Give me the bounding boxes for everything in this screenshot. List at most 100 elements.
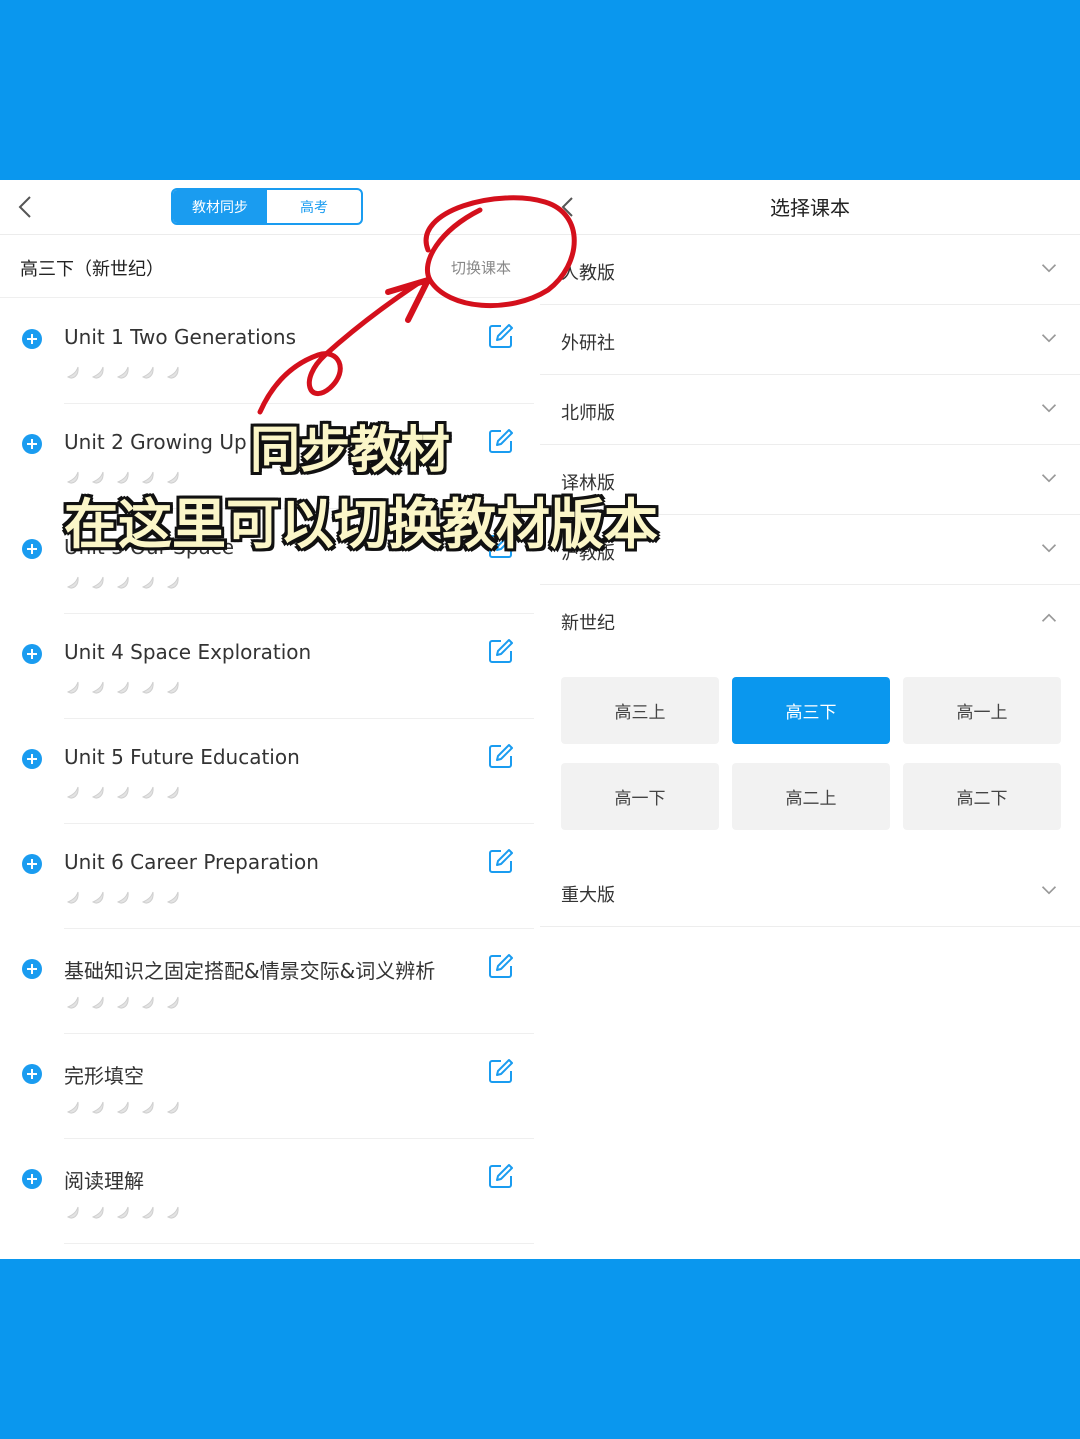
publisher-row[interactable]: 新世纪 xyxy=(540,585,1080,655)
moon-star-icon xyxy=(114,783,132,801)
unit-row[interactable]: Unit 1 Two Generations xyxy=(0,299,540,404)
moon-star-icon xyxy=(139,888,157,906)
moon-star-icon xyxy=(114,888,132,906)
chevron-down-icon[interactable] xyxy=(1040,332,1058,344)
moon-star-icon xyxy=(89,1203,107,1221)
progress-stars xyxy=(64,993,182,1011)
grade-option-button[interactable]: 高一上 xyxy=(903,677,1061,744)
expand-plus-icon[interactable] xyxy=(22,1064,42,1084)
publisher-name[interactable]: 北师版 xyxy=(561,399,615,425)
unit-name[interactable]: 阅读理解 xyxy=(64,1165,144,1194)
moon-star-icon xyxy=(64,1203,82,1221)
moon-star-icon xyxy=(89,573,107,591)
unit-row[interactable]: Unit 6 Career Preparation xyxy=(0,824,540,929)
edit-exercise-icon[interactable] xyxy=(487,847,515,875)
chevron-up-icon[interactable] xyxy=(1040,612,1058,624)
edit-exercise-icon[interactable] xyxy=(487,637,515,665)
switch-book-link[interactable]: 切换课本 xyxy=(451,257,511,278)
moon-star-icon xyxy=(164,678,182,696)
publisher-name[interactable]: 人教版 xyxy=(561,259,615,285)
publisher-row[interactable]: 人教版 xyxy=(540,235,1080,305)
expand-plus-icon[interactable] xyxy=(22,539,42,559)
edit-exercise-icon[interactable] xyxy=(487,322,515,350)
unit-row[interactable]: 基础知识之固定搭配&情景交际&词义辨析 xyxy=(0,929,540,1034)
grade-option-button[interactable]: 高一下 xyxy=(561,763,719,830)
expand-plus-icon[interactable] xyxy=(22,329,42,349)
chevron-down-icon[interactable] xyxy=(1040,884,1058,896)
publisher-row[interactable]: 外研社 xyxy=(540,305,1080,375)
progress-stars xyxy=(64,783,182,801)
moon-star-icon xyxy=(114,1203,132,1221)
progress-stars xyxy=(64,363,182,381)
annotation-caption-body: 在这里可以切换教材版本 xyxy=(64,493,658,556)
expand-plus-icon[interactable] xyxy=(22,749,42,769)
unit-row[interactable]: Unit 5 Future Education xyxy=(0,719,540,824)
moon-star-icon xyxy=(139,1203,157,1221)
chevron-down-icon[interactable] xyxy=(1040,472,1058,484)
edit-exercise-icon[interactable] xyxy=(487,952,515,980)
moon-star-icon xyxy=(64,678,82,696)
unit-name[interactable]: Unit 4 Space Exploration xyxy=(64,640,311,664)
back-arrow-icon[interactable] xyxy=(14,192,38,222)
current-book-bar: 高三下（新世纪） 切换课本 xyxy=(0,235,540,298)
moon-star-icon xyxy=(89,783,107,801)
grade-option-button[interactable]: 高二下 xyxy=(903,763,1061,830)
chevron-down-icon[interactable] xyxy=(1040,542,1058,554)
unit-name[interactable]: 完形填空 xyxy=(64,1060,144,1089)
expand-plus-icon[interactable] xyxy=(22,434,42,454)
publisher-name[interactable]: 重大版 xyxy=(561,881,615,907)
progress-stars xyxy=(64,888,182,906)
edit-exercise-icon[interactable] xyxy=(487,427,515,455)
moon-star-icon xyxy=(114,1098,132,1116)
moon-star-icon xyxy=(139,573,157,591)
moon-star-icon xyxy=(139,783,157,801)
moon-star-icon xyxy=(164,888,182,906)
moon-star-icon xyxy=(164,1203,182,1221)
chevron-down-icon[interactable] xyxy=(1040,262,1058,274)
current-book-title: 高三下（新世纪） xyxy=(20,259,164,280)
moon-star-icon xyxy=(114,573,132,591)
expand-plus-icon[interactable] xyxy=(22,644,42,664)
publisher-name[interactable]: 新世纪 xyxy=(561,609,615,635)
progress-stars xyxy=(64,573,182,591)
publisher-name[interactable]: 外研社 xyxy=(561,329,615,355)
grade-option-button[interactable]: 高二上 xyxy=(732,763,890,830)
unit-name[interactable]: 基础知识之固定搭配&情景交际&词义辨析 xyxy=(64,955,435,984)
moon-star-icon xyxy=(64,993,82,1011)
moon-star-icon xyxy=(114,993,132,1011)
edit-exercise-icon[interactable] xyxy=(487,1057,515,1085)
publisher-row[interactable]: 北师版 xyxy=(540,375,1080,445)
moon-star-icon xyxy=(89,993,107,1011)
tab-gaokao[interactable]: 高考 xyxy=(267,190,361,223)
edit-exercise-icon[interactable] xyxy=(487,1162,515,1190)
moon-star-icon xyxy=(64,363,82,381)
moon-star-icon xyxy=(139,678,157,696)
moon-star-icon xyxy=(164,363,182,381)
chevron-down-icon[interactable] xyxy=(1040,402,1058,414)
moon-star-icon xyxy=(89,888,107,906)
app-screen: 教材同步 高考 高三下（新世纪） 切换课本 Unit 1 Two Generat… xyxy=(0,180,1080,1259)
unit-row[interactable]: Unit 4 Space Exploration xyxy=(0,614,540,719)
unit-name[interactable]: Unit 2 Growing Up xyxy=(64,430,247,454)
unit-row[interactable]: 阅读理解 xyxy=(0,1139,540,1244)
unit-name[interactable]: Unit 6 Career Preparation xyxy=(64,850,319,874)
grade-option-button[interactable]: 高三上 xyxy=(561,677,719,744)
textbook-select-panel: 选择课本 人教版 外研社 北师版 译林版 沪教版 新世纪 重大版 高三上 高三下 高一上 高一下高… xyxy=(540,180,1080,1259)
edit-exercise-icon[interactable] xyxy=(487,742,515,770)
grade-option-button[interactable]: 高三下 xyxy=(732,677,890,744)
tab-textbook-sync[interactable]: 教材同步 xyxy=(173,190,267,223)
progress-stars xyxy=(64,1203,182,1221)
expand-plus-icon[interactable] xyxy=(22,1169,42,1189)
moon-star-icon xyxy=(164,993,182,1011)
unit-name[interactable]: Unit 5 Future Education xyxy=(64,745,300,769)
unit-row[interactable]: 完形填空 xyxy=(0,1034,540,1139)
annotation-caption-title: 同步教材 xyxy=(250,421,450,479)
expand-plus-icon[interactable] xyxy=(22,959,42,979)
moon-star-icon xyxy=(139,363,157,381)
moon-star-icon xyxy=(164,1098,182,1116)
moon-star-icon xyxy=(64,888,82,906)
unit-name[interactable]: Unit 1 Two Generations xyxy=(64,325,296,349)
unit-list-panel: 教材同步 高考 高三下（新世纪） 切换课本 Unit 1 Two Generat… xyxy=(0,180,540,1259)
expand-plus-icon[interactable] xyxy=(22,854,42,874)
publisher-row[interactable]: 重大版 xyxy=(540,857,1080,927)
